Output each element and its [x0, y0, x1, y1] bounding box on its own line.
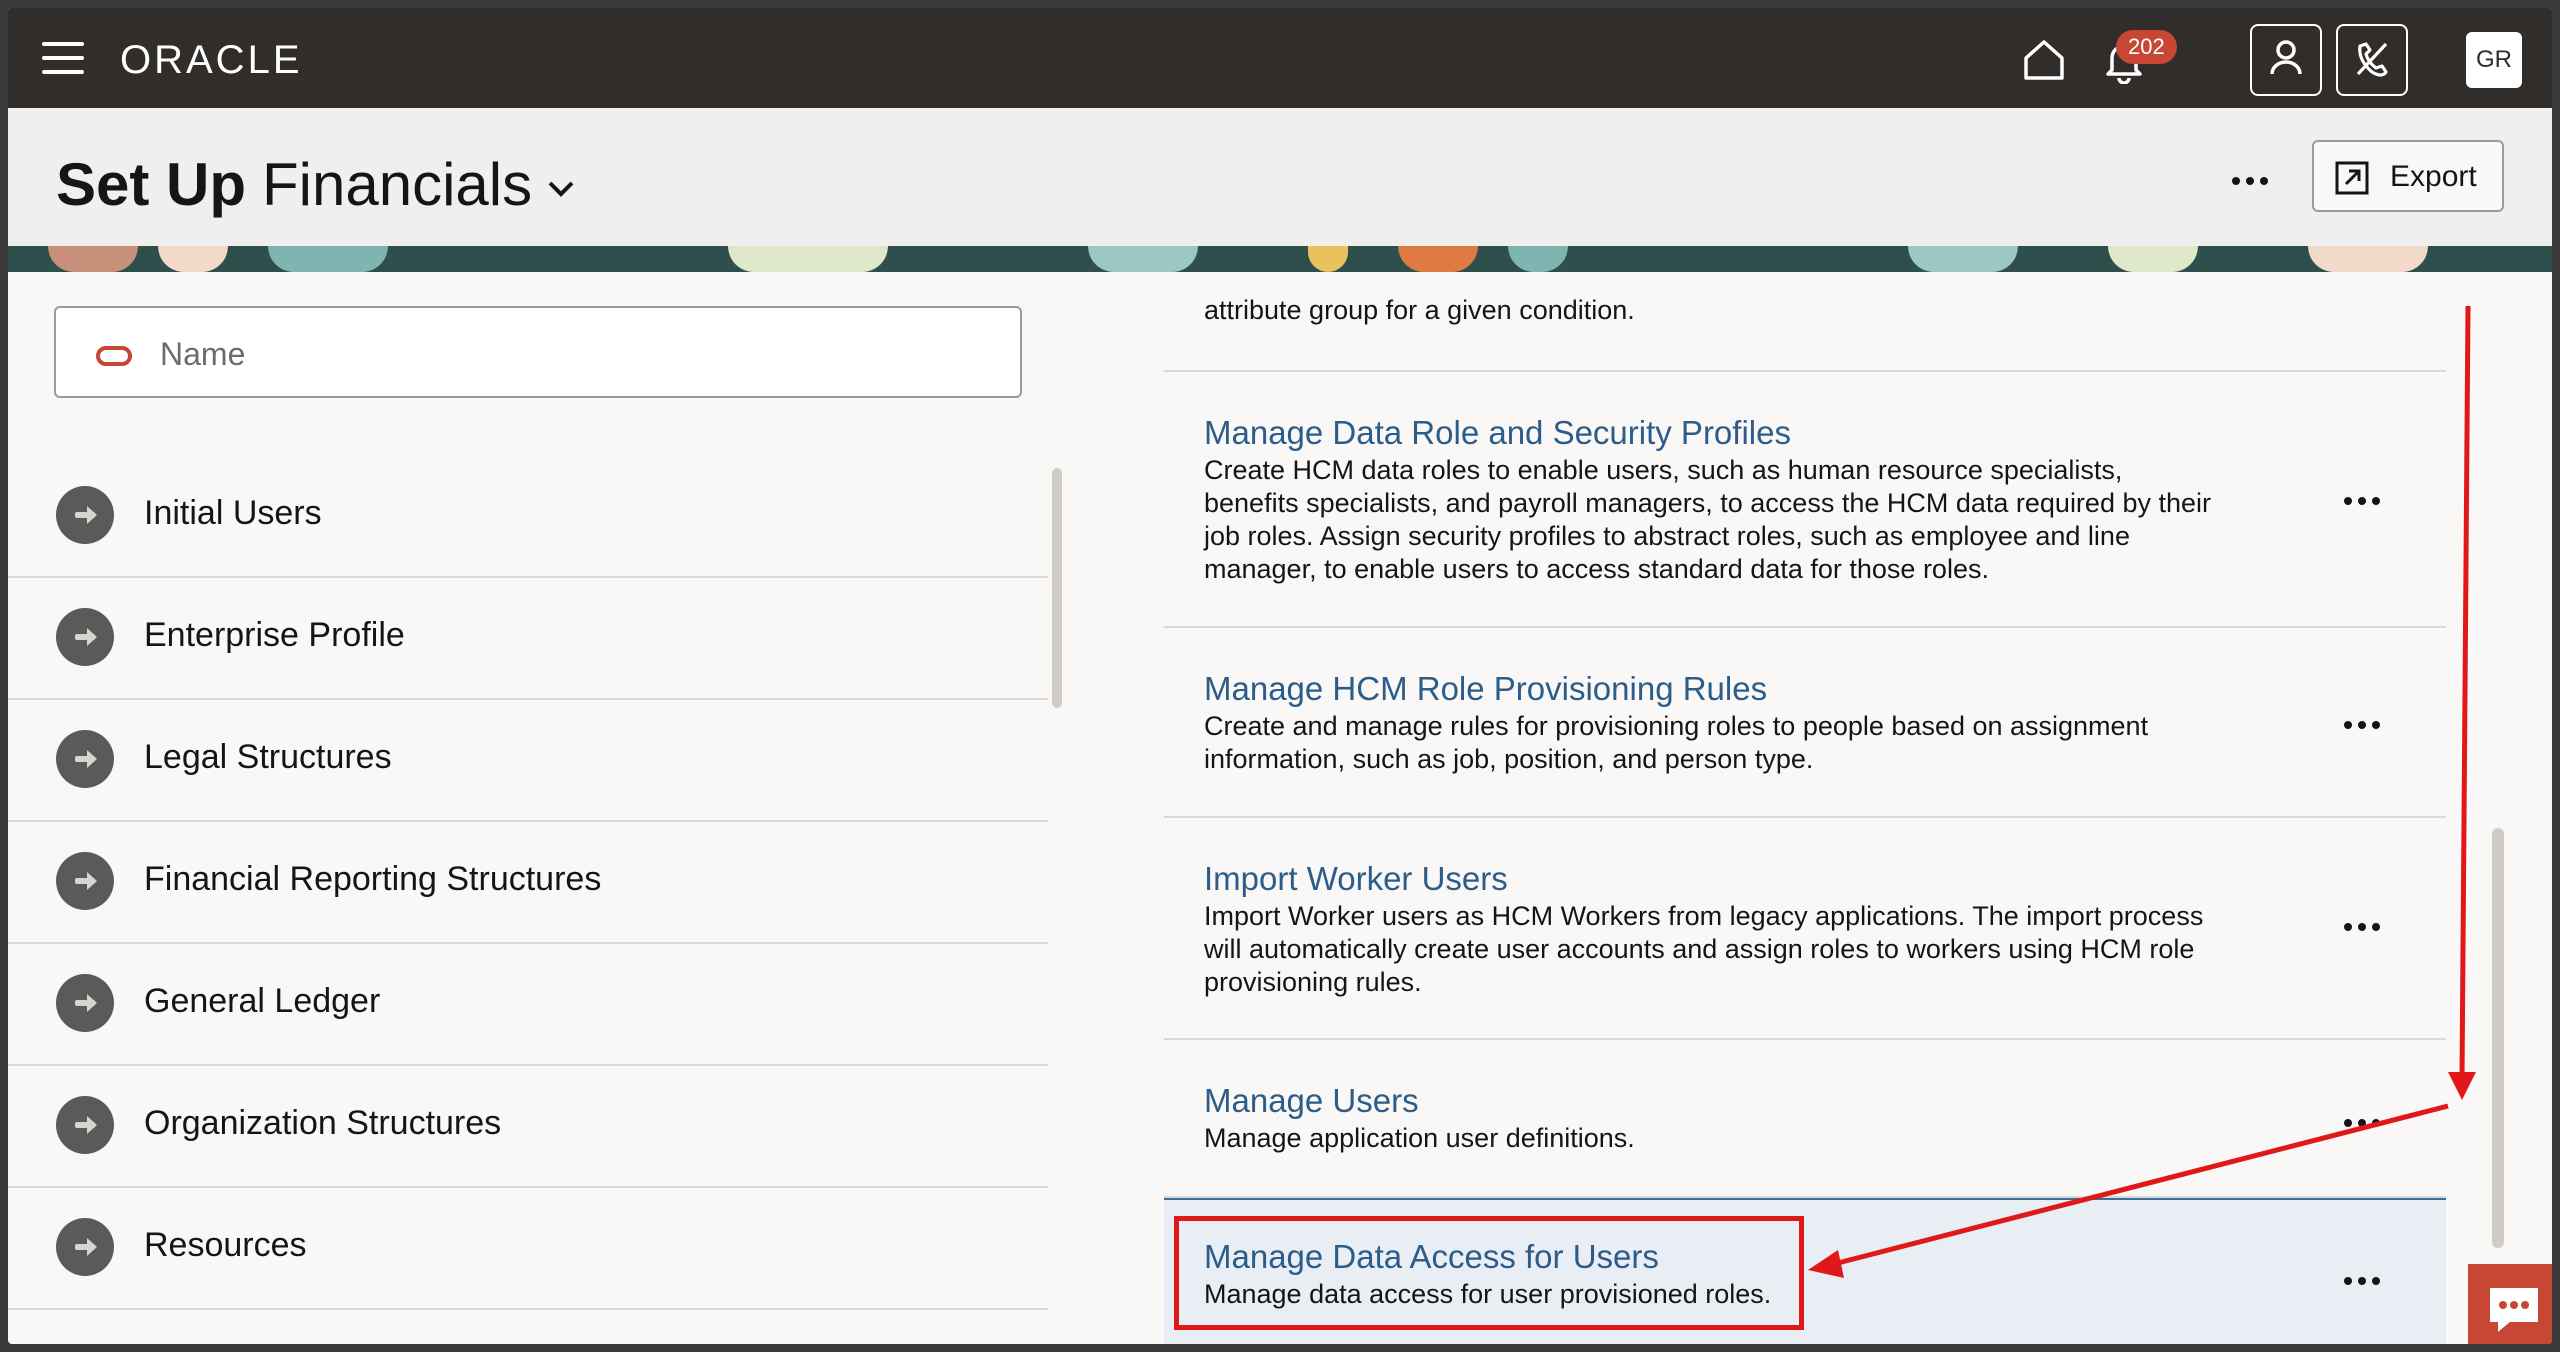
annotation-arrows: [1808, 305, 2476, 1278]
app-window: ORACLE 202 GR Set Up Financials Export N…: [8, 8, 2552, 1344]
chat-button[interactable]: [2468, 1264, 2552, 1344]
chat-icon: [2490, 1288, 2538, 1332]
